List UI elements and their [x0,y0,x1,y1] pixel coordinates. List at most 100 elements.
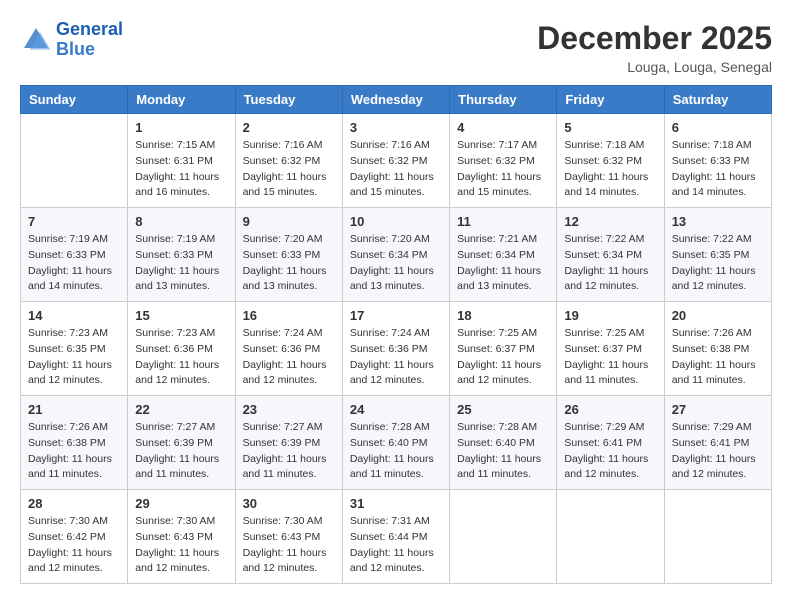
logo: General Blue [20,20,123,60]
day-number: 22 [135,402,227,417]
day-info: Sunrise: 7:30 AMSunset: 6:43 PMDaylight:… [135,514,227,577]
calendar-cell: 5 Sunrise: 7:18 AMSunset: 6:32 PMDayligh… [557,114,664,208]
day-number: 7 [28,214,120,229]
calendar-cell: 23 Sunrise: 7:27 AMSunset: 6:39 PMDaylig… [235,396,342,490]
logo-text: General Blue [56,20,123,60]
weekday-header-wednesday: Wednesday [342,86,449,114]
day-number: 11 [457,214,549,229]
day-info: Sunrise: 7:15 AMSunset: 6:31 PMDaylight:… [135,138,227,201]
day-info: Sunrise: 7:22 AMSunset: 6:34 PMDaylight:… [564,232,656,295]
calendar-cell: 4 Sunrise: 7:17 AMSunset: 6:32 PMDayligh… [450,114,557,208]
day-info: Sunrise: 7:18 AMSunset: 6:32 PMDaylight:… [564,138,656,201]
weekday-header-friday: Friday [557,86,664,114]
weekday-header-monday: Monday [128,86,235,114]
day-number: 16 [243,308,335,323]
calendar-cell: 16 Sunrise: 7:24 AMSunset: 6:36 PMDaylig… [235,302,342,396]
day-number: 15 [135,308,227,323]
day-number: 10 [350,214,442,229]
calendar-cell: 8 Sunrise: 7:19 AMSunset: 6:33 PMDayligh… [128,208,235,302]
calendar-cell: 29 Sunrise: 7:30 AMSunset: 6:43 PMDaylig… [128,490,235,584]
calendar-cell [557,490,664,584]
day-number: 17 [350,308,442,323]
calendar-cell: 25 Sunrise: 7:28 AMSunset: 6:40 PMDaylig… [450,396,557,490]
calendar-cell: 12 Sunrise: 7:22 AMSunset: 6:34 PMDaylig… [557,208,664,302]
day-info: Sunrise: 7:28 AMSunset: 6:40 PMDaylight:… [350,420,442,483]
calendar-cell: 31 Sunrise: 7:31 AMSunset: 6:44 PMDaylig… [342,490,449,584]
calendar-cell: 9 Sunrise: 7:20 AMSunset: 6:33 PMDayligh… [235,208,342,302]
day-info: Sunrise: 7:26 AMSunset: 6:38 PMDaylight:… [672,326,764,389]
day-info: Sunrise: 7:24 AMSunset: 6:36 PMDaylight:… [243,326,335,389]
day-number: 18 [457,308,549,323]
calendar-cell: 7 Sunrise: 7:19 AMSunset: 6:33 PMDayligh… [21,208,128,302]
calendar-cell: 27 Sunrise: 7:29 AMSunset: 6:41 PMDaylig… [664,396,771,490]
day-number: 24 [350,402,442,417]
day-number: 3 [350,120,442,135]
calendar-cell: 6 Sunrise: 7:18 AMSunset: 6:33 PMDayligh… [664,114,771,208]
day-number: 25 [457,402,549,417]
day-info: Sunrise: 7:23 AMSunset: 6:35 PMDaylight:… [28,326,120,389]
location: Louga, Louga, Senegal [537,59,772,75]
day-info: Sunrise: 7:24 AMSunset: 6:36 PMDaylight:… [350,326,442,389]
day-info: Sunrise: 7:20 AMSunset: 6:34 PMDaylight:… [350,232,442,295]
calendar-table: SundayMondayTuesdayWednesdayThursdayFrid… [20,85,772,584]
calendar-cell [450,490,557,584]
day-info: Sunrise: 7:27 AMSunset: 6:39 PMDaylight:… [135,420,227,483]
day-number: 14 [28,308,120,323]
day-info: Sunrise: 7:17 AMSunset: 6:32 PMDaylight:… [457,138,549,201]
month-title: December 2025 [537,20,772,57]
calendar-cell [664,490,771,584]
day-number: 4 [457,120,549,135]
day-info: Sunrise: 7:19 AMSunset: 6:33 PMDaylight:… [135,232,227,295]
day-number: 27 [672,402,764,417]
day-info: Sunrise: 7:20 AMSunset: 6:33 PMDaylight:… [243,232,335,295]
calendar-cell: 19 Sunrise: 7:25 AMSunset: 6:37 PMDaylig… [557,302,664,396]
day-info: Sunrise: 7:16 AMSunset: 6:32 PMDaylight:… [350,138,442,201]
day-info: Sunrise: 7:31 AMSunset: 6:44 PMDaylight:… [350,514,442,577]
day-info: Sunrise: 7:30 AMSunset: 6:43 PMDaylight:… [243,514,335,577]
day-info: Sunrise: 7:28 AMSunset: 6:40 PMDaylight:… [457,420,549,483]
day-info: Sunrise: 7:23 AMSunset: 6:36 PMDaylight:… [135,326,227,389]
day-number: 8 [135,214,227,229]
weekday-header-tuesday: Tuesday [235,86,342,114]
day-info: Sunrise: 7:25 AMSunset: 6:37 PMDaylight:… [564,326,656,389]
day-number: 9 [243,214,335,229]
weekday-header-saturday: Saturday [664,86,771,114]
calendar-cell: 13 Sunrise: 7:22 AMSunset: 6:35 PMDaylig… [664,208,771,302]
calendar-cell: 1 Sunrise: 7:15 AMSunset: 6:31 PMDayligh… [128,114,235,208]
day-number: 1 [135,120,227,135]
day-info: Sunrise: 7:30 AMSunset: 6:42 PMDaylight:… [28,514,120,577]
calendar-cell: 14 Sunrise: 7:23 AMSunset: 6:35 PMDaylig… [21,302,128,396]
day-number: 12 [564,214,656,229]
calendar-cell [21,114,128,208]
calendar-cell: 26 Sunrise: 7:29 AMSunset: 6:41 PMDaylig… [557,396,664,490]
day-info: Sunrise: 7:25 AMSunset: 6:37 PMDaylight:… [457,326,549,389]
calendar-cell: 30 Sunrise: 7:30 AMSunset: 6:43 PMDaylig… [235,490,342,584]
day-info: Sunrise: 7:29 AMSunset: 6:41 PMDaylight:… [564,420,656,483]
day-number: 6 [672,120,764,135]
day-number: 2 [243,120,335,135]
day-number: 31 [350,496,442,511]
calendar-cell: 2 Sunrise: 7:16 AMSunset: 6:32 PMDayligh… [235,114,342,208]
calendar-cell: 20 Sunrise: 7:26 AMSunset: 6:38 PMDaylig… [664,302,771,396]
day-number: 23 [243,402,335,417]
page-header: General Blue December 2025 Louga, Louga,… [20,20,772,75]
day-info: Sunrise: 7:27 AMSunset: 6:39 PMDaylight:… [243,420,335,483]
day-info: Sunrise: 7:19 AMSunset: 6:33 PMDaylight:… [28,232,120,295]
day-info: Sunrise: 7:22 AMSunset: 6:35 PMDaylight:… [672,232,764,295]
weekday-header-thursday: Thursday [450,86,557,114]
calendar-cell: 28 Sunrise: 7:30 AMSunset: 6:42 PMDaylig… [21,490,128,584]
day-number: 5 [564,120,656,135]
day-number: 20 [672,308,764,323]
calendar-cell: 21 Sunrise: 7:26 AMSunset: 6:38 PMDaylig… [21,396,128,490]
calendar-cell: 11 Sunrise: 7:21 AMSunset: 6:34 PMDaylig… [450,208,557,302]
calendar-cell: 24 Sunrise: 7:28 AMSunset: 6:40 PMDaylig… [342,396,449,490]
calendar-cell: 22 Sunrise: 7:27 AMSunset: 6:39 PMDaylig… [128,396,235,490]
day-number: 21 [28,402,120,417]
day-info: Sunrise: 7:26 AMSunset: 6:38 PMDaylight:… [28,420,120,483]
calendar-cell: 10 Sunrise: 7:20 AMSunset: 6:34 PMDaylig… [342,208,449,302]
calendar-cell: 15 Sunrise: 7:23 AMSunset: 6:36 PMDaylig… [128,302,235,396]
day-info: Sunrise: 7:21 AMSunset: 6:34 PMDaylight:… [457,232,549,295]
calendar-cell: 18 Sunrise: 7:25 AMSunset: 6:37 PMDaylig… [450,302,557,396]
logo-icon [20,24,52,56]
day-number: 28 [28,496,120,511]
